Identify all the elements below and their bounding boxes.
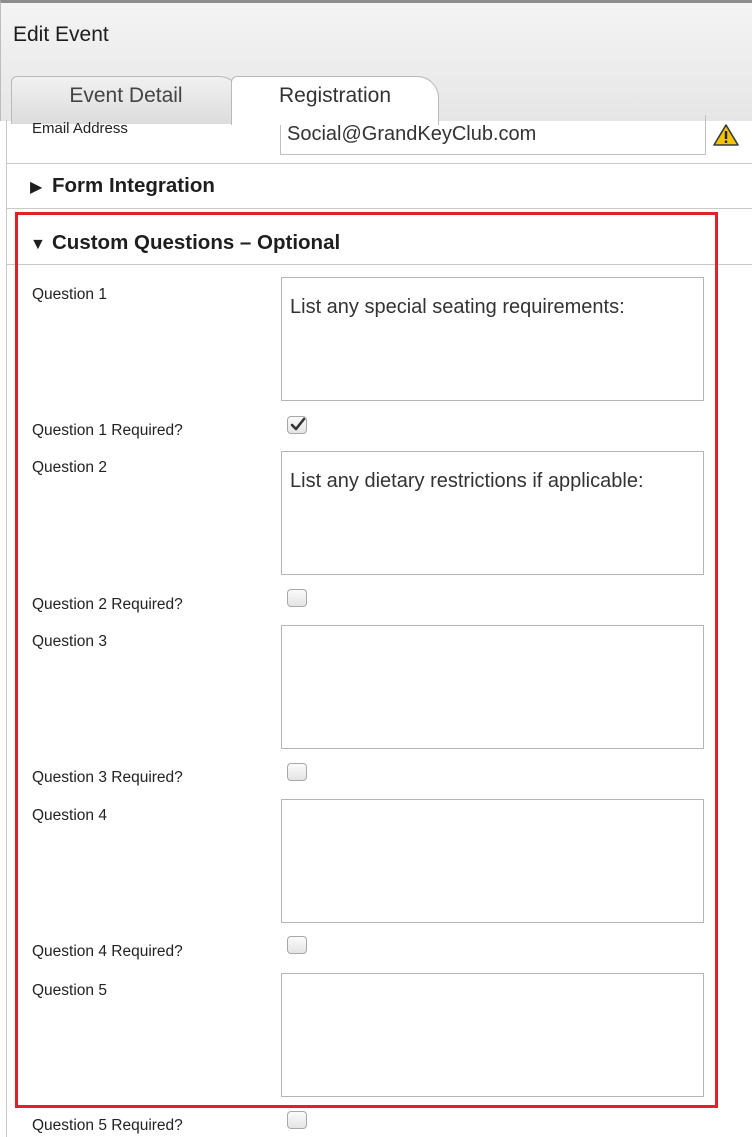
question-1-input[interactable]: List any special seating requirements:: [281, 277, 704, 401]
question-4-required-label: Question 4 Required?: [32, 943, 183, 960]
dialog-header: Edit Event Event Detail Registration: [0, 0, 752, 125]
question-3-required-label: Question 3 Required?: [32, 769, 183, 786]
tab-event-detail[interactable]: Event Detail: [11, 76, 241, 124]
form-integration-toggle[interactable]: ▶ Form Integration: [30, 174, 215, 198]
email-label: Email Address: [32, 120, 128, 137]
panel-border: [6, 120, 7, 1137]
window-title: Edit Event: [13, 23, 109, 46]
question-5-required-checkbox[interactable]: [287, 1111, 307, 1129]
question-5-input[interactable]: [281, 973, 704, 1097]
question-4-input[interactable]: [281, 799, 704, 923]
checkmark-icon: [290, 417, 306, 431]
question-2-input[interactable]: List any dietary restrictions if applica…: [281, 451, 704, 575]
caret-right-icon: ▶: [30, 179, 43, 196]
question-2-label: Question 2: [32, 459, 107, 476]
question-3-required-checkbox[interactable]: [287, 763, 307, 781]
question-2-required-label: Question 2 Required?: [32, 596, 183, 613]
custom-questions-toggle[interactable]: ▼ Custom Questions – Optional: [30, 231, 340, 255]
question-3-label: Question 3: [32, 633, 107, 650]
divider: [6, 208, 752, 209]
question-4-required-checkbox[interactable]: [287, 936, 307, 954]
tab-registration[interactable]: Registration: [231, 76, 439, 125]
question-2-required-checkbox[interactable]: [287, 589, 307, 607]
question-1-label: Question 1: [32, 286, 107, 303]
question-1-required-checkbox[interactable]: [287, 416, 307, 434]
caret-down-icon: ▼: [30, 236, 46, 253]
question-4-label: Question 4: [32, 807, 107, 824]
question-3-input[interactable]: [281, 625, 704, 749]
custom-questions-title: Custom Questions – Optional: [52, 231, 341, 254]
question-1-required-label: Question 1 Required?: [32, 422, 183, 439]
question-5-label: Question 5: [32, 982, 107, 999]
warning-icon: [713, 124, 739, 146]
question-5-required-label: Question 5 Required?: [32, 1117, 183, 1134]
divider: [6, 163, 752, 164]
form-integration-title: Form Integration: [52, 174, 215, 197]
divider: [6, 264, 752, 265]
